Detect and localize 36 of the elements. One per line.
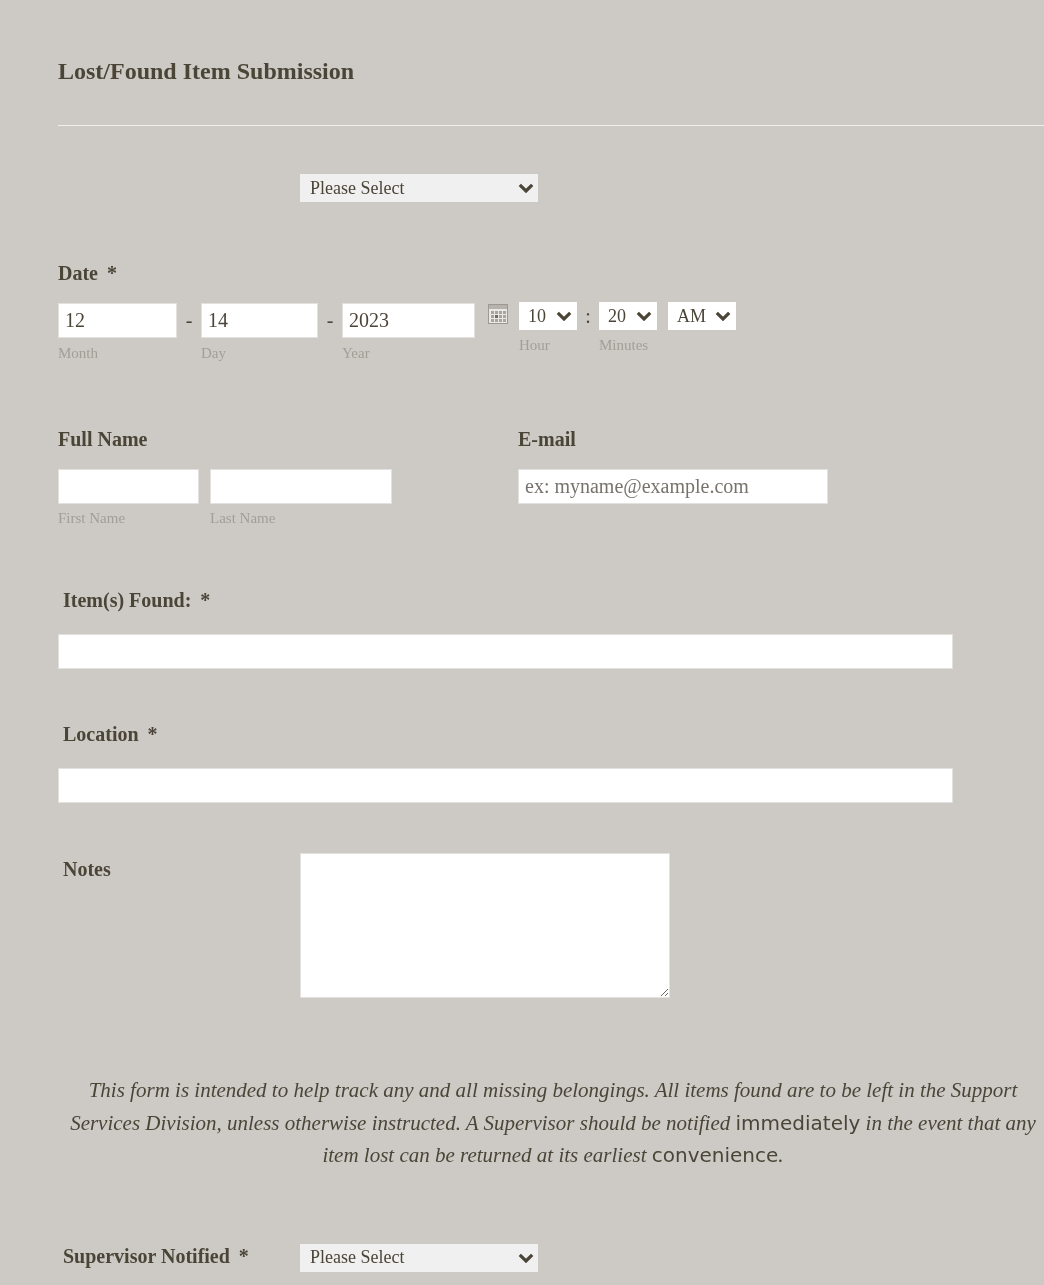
field-label: Notes [63,857,111,881]
input-field[interactable] [58,634,953,669]
required-mark: * [200,588,211,612]
chevron-down-icon [518,1252,534,1263]
input-field[interactable]: 12 [58,303,177,338]
date-separator: - [325,308,335,333]
dropdown[interactable]: AM [668,302,736,330]
field-label: E-mail [518,427,576,451]
form-title: Lost/Found Item Submission [58,57,355,86]
field-label: Full Name [58,427,148,451]
chevron-down-icon [636,311,652,321]
email-field[interactable]: ex: myname@example.com [518,469,828,504]
chevron-down-icon [715,311,731,321]
field-label: Item(s) Found: [63,588,192,612]
chevron-down-icon [518,183,534,193]
input-field[interactable] [58,469,199,504]
dropdown[interactable]: Please Select [300,1243,538,1272]
input-field[interactable]: 2023 [342,303,475,338]
chevron-down-icon [556,311,572,321]
notes-field[interactable] [300,853,670,998]
dropdown[interactable]: Please Select [300,174,538,202]
time-separator: : [584,304,592,329]
field-label: Date [58,261,98,285]
date-separator: - [184,308,194,333]
required-mark: * [147,722,158,746]
required-mark: * [107,261,117,285]
input-field[interactable] [210,469,392,504]
input-field[interactable]: 14 [201,303,318,338]
dropdown[interactable]: 10 [519,302,577,330]
required-mark: * [238,1243,249,1268]
calendar-icon[interactable] [488,304,508,324]
field-label: Location [63,722,139,746]
input-field[interactable] [58,768,953,803]
field-label: Supervisor Notified [63,1243,230,1268]
dropdown[interactable]: 20 [599,302,657,330]
notice-text: This form is intended to help track any and all missing belongings. All items found are to be left in the Support Services Division, unless otherwise instructed. A Supervisor should be notified immediately in the event that any item lost can be returned at its earliest convenience. [69,1077,1037,1169]
